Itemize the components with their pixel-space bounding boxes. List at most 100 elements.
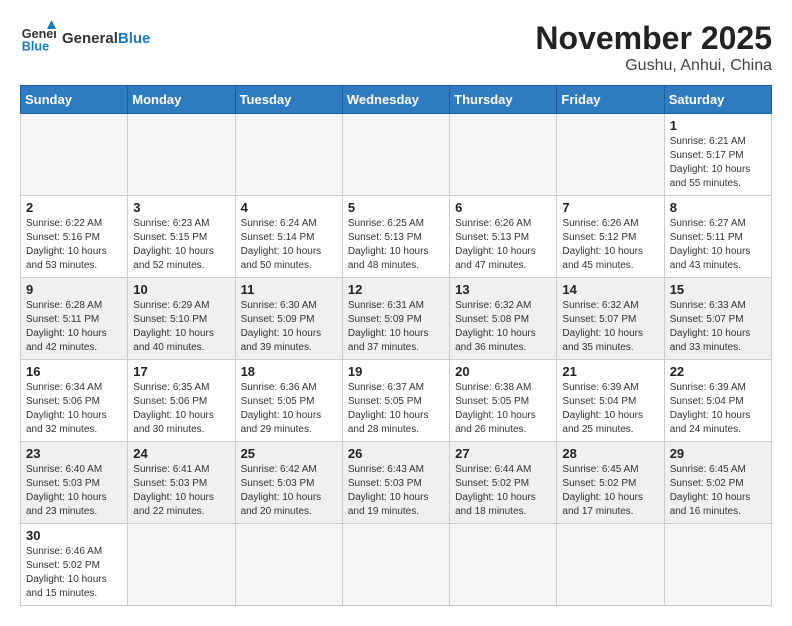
day-cell-15: 15 Sunrise: 6:33 AMSunset: 5:07 PMDayligh… xyxy=(664,278,771,360)
day-cell-30: 30 Sunrise: 6:46 AMSunset: 5:02 PMDayligh… xyxy=(21,524,128,606)
day-cell-19: 19Sunrise: 6:37 AMSunset: 5:05 PMDayligh… xyxy=(342,360,449,442)
day-info-11: Sunrise: 6:30 AMSunset: 5:09 PMDaylight:… xyxy=(241,299,337,355)
empty-cell xyxy=(342,524,449,606)
day-info-12: Sunrise: 6:31 AMSunset: 5:09 PMDaylight:… xyxy=(348,299,444,355)
day-cell-12: 12 Sunrise: 6:31 AMSunset: 5:09 PMDayligh… xyxy=(342,278,449,360)
empty-cell xyxy=(21,114,128,196)
header-thursday: Thursday xyxy=(450,86,557,114)
day-info-24: Sunrise: 6:41 AMSunset: 5:03 PMDaylight:… xyxy=(133,463,229,519)
day-info-13: Sunrise: 6:32 AMSunset: 5:08 PMDaylight:… xyxy=(455,299,551,355)
calendar-row: 1 Sunrise: 6:21 AMSunset: 5:17 PMDaylight… xyxy=(21,114,772,196)
header-wednesday: Wednesday xyxy=(342,86,449,114)
day-cell-10: 10Sunrise: 6:29 AMSunset: 5:10 PMDayligh… xyxy=(128,278,235,360)
day-info-26: Sunrise: 6:43 AMSunset: 5:03 PMDaylight:… xyxy=(348,463,444,519)
day-number-26: 26 xyxy=(348,446,444,461)
day-cell-24: 24 Sunrise: 6:41 AMSunset: 5:03 PMDayligh… xyxy=(128,442,235,524)
day-number-13: 13 xyxy=(455,282,551,297)
header-sunday: Sunday xyxy=(21,86,128,114)
calendar-row: 30 Sunrise: 6:46 AMSunset: 5:02 PMDayligh… xyxy=(21,524,772,606)
empty-cell xyxy=(235,114,342,196)
day-cell-28: 28Sunrise: 6:45 AMSunset: 5:02 PMDayligh… xyxy=(557,442,664,524)
day-cell-21: 21 Sunrise: 6:39 AMSunset: 5:04 PMDayligh… xyxy=(557,360,664,442)
calendar-row: 9 Sunrise: 6:28 AMSunset: 5:11 PMDaylight… xyxy=(21,278,772,360)
calendar-row: 2Sunrise: 6:22 AMSunset: 5:16 PMDaylight… xyxy=(21,196,772,278)
day-info-17: Sunrise: 6:35 AMSunset: 5:06 PMDaylight:… xyxy=(133,381,229,437)
day-info-15: Sunrise: 6:33 AMSunset: 5:07 PMDaylight:… xyxy=(670,299,766,355)
day-info-8: Sunrise: 6:27 AMSunset: 5:11 PMDaylight:… xyxy=(670,217,766,273)
day-cell-17: 17 Sunrise: 6:35 AMSunset: 5:06 PMDayligh… xyxy=(128,360,235,442)
day-info-25: Sunrise: 6:42 AMSunset: 5:03 PMDaylight:… xyxy=(241,463,337,519)
empty-cell xyxy=(235,524,342,606)
day-info-9: Sunrise: 6:28 AMSunset: 5:11 PMDaylight:… xyxy=(26,299,122,355)
day-number-15: 15 xyxy=(670,282,766,297)
day-info-30: Sunrise: 6:46 AMSunset: 5:02 PMDaylight:… xyxy=(26,545,122,601)
day-info-29: Sunrise: 6:45 AMSunset: 5:02 PMDaylight:… xyxy=(670,463,766,519)
svg-text:Blue: Blue xyxy=(22,40,49,54)
day-number-24: 24 xyxy=(133,446,229,461)
day-number-25: 25 xyxy=(241,446,337,461)
day-cell-7: 7 Sunrise: 6:26 AMSunset: 5:12 PMDaylight… xyxy=(557,196,664,278)
empty-cell xyxy=(128,524,235,606)
day-cell-2: 2Sunrise: 6:22 AMSunset: 5:16 PMDaylight… xyxy=(21,196,128,278)
day-number-12: 12 xyxy=(348,282,444,297)
day-number-21: 21 xyxy=(562,364,658,379)
day-info-22: Sunrise: 6:39 AMSunset: 5:04 PMDaylight:… xyxy=(670,381,766,437)
empty-cell xyxy=(128,114,235,196)
day-cell-11: 11 Sunrise: 6:30 AMSunset: 5:09 PMDayligh… xyxy=(235,278,342,360)
day-info-18: Sunrise: 6:36 AMSunset: 5:05 PMDaylight:… xyxy=(241,381,337,437)
logo-icon: General Blue xyxy=(20,20,56,56)
day-info-7: Sunrise: 6:26 AMSunset: 5:12 PMDaylight:… xyxy=(562,217,658,273)
empty-cell xyxy=(450,524,557,606)
location: Gushu, Anhui, China xyxy=(535,57,772,75)
day-cell-27: 27Sunrise: 6:44 AMSunset: 5:02 PMDayligh… xyxy=(450,442,557,524)
empty-cell xyxy=(664,524,771,606)
day-cell-29: 29Sunrise: 6:45 AMSunset: 5:02 PMDayligh… xyxy=(664,442,771,524)
day-number-7: 7 xyxy=(562,200,658,215)
day-number-10: 10 xyxy=(133,282,229,297)
day-number-9: 9 xyxy=(26,282,122,297)
day-cell-6: 6 Sunrise: 6:26 AMSunset: 5:13 PMDaylight… xyxy=(450,196,557,278)
day-number-17: 17 xyxy=(133,364,229,379)
day-number-30: 30 xyxy=(26,528,122,543)
day-info-3: Sunrise: 6:23 AMSunset: 5:15 PMDaylight:… xyxy=(133,217,229,273)
header: General Blue GeneralBlue November 2025 G… xyxy=(20,20,772,75)
day-number-18: 18 xyxy=(241,364,337,379)
day-cell-14: 14Sunrise: 6:32 AMSunset: 5:07 PMDayligh… xyxy=(557,278,664,360)
empty-cell xyxy=(557,524,664,606)
day-info-16: Sunrise: 6:34 AMSunset: 5:06 PMDaylight:… xyxy=(26,381,122,437)
day-info-20: Sunrise: 6:38 AMSunset: 5:05 PMDaylight:… xyxy=(455,381,551,437)
day-cell-18: 18 Sunrise: 6:36 AMSunset: 5:05 PMDayligh… xyxy=(235,360,342,442)
empty-cell xyxy=(557,114,664,196)
day-cell-5: 5Sunrise: 6:25 AMSunset: 5:13 PMDaylight… xyxy=(342,196,449,278)
day-cell-4: 4Sunrise: 6:24 AMSunset: 5:14 PMDaylight… xyxy=(235,196,342,278)
day-cell-26: 26 Sunrise: 6:43 AMSunset: 5:03 PMDayligh… xyxy=(342,442,449,524)
header-tuesday: Tuesday xyxy=(235,86,342,114)
title-area: November 2025 Gushu, Anhui, China xyxy=(535,20,772,75)
day-info-2: Sunrise: 6:22 AMSunset: 5:16 PMDaylight:… xyxy=(26,217,122,273)
day-number-1: 1 xyxy=(670,118,766,133)
calendar-row: 16Sunrise: 6:34 AMSunset: 5:06 PMDayligh… xyxy=(21,360,772,442)
empty-cell xyxy=(450,114,557,196)
day-number-20: 20 xyxy=(455,364,551,379)
day-number-22: 22 xyxy=(670,364,766,379)
calendar: Sunday Monday Tuesday Wednesday Thursday… xyxy=(20,85,772,606)
day-cell-13: 13 Sunrise: 6:32 AMSunset: 5:08 PMDayligh… xyxy=(450,278,557,360)
day-info-27: Sunrise: 6:44 AMSunset: 5:02 PMDaylight:… xyxy=(455,463,551,519)
day-number-19: 19 xyxy=(348,364,444,379)
day-info-21: Sunrise: 6:39 AMSunset: 5:04 PMDaylight:… xyxy=(562,381,658,437)
day-info-1: Sunrise: 6:21 AMSunset: 5:17 PMDaylight:… xyxy=(670,135,766,191)
day-cell-9: 9 Sunrise: 6:28 AMSunset: 5:11 PMDaylight… xyxy=(21,278,128,360)
day-info-28: Sunrise: 6:45 AMSunset: 5:02 PMDaylight:… xyxy=(562,463,658,519)
day-number-6: 6 xyxy=(455,200,551,215)
day-number-11: 11 xyxy=(241,282,337,297)
empty-cell xyxy=(342,114,449,196)
day-info-6: Sunrise: 6:26 AMSunset: 5:13 PMDaylight:… xyxy=(455,217,551,273)
calendar-row: 23Sunrise: 6:40 AMSunset: 5:03 PMDayligh… xyxy=(21,442,772,524)
day-cell-23: 23Sunrise: 6:40 AMSunset: 5:03 PMDayligh… xyxy=(21,442,128,524)
day-info-14: Sunrise: 6:32 AMSunset: 5:07 PMDaylight:… xyxy=(562,299,658,355)
header-monday: Monday xyxy=(128,86,235,114)
day-number-8: 8 xyxy=(670,200,766,215)
logo: General Blue GeneralBlue xyxy=(20,20,150,56)
day-cell-20: 20 Sunrise: 6:38 AMSunset: 5:05 PMDayligh… xyxy=(450,360,557,442)
day-cell-8: 8 Sunrise: 6:27 AMSunset: 5:11 PMDaylight… xyxy=(664,196,771,278)
